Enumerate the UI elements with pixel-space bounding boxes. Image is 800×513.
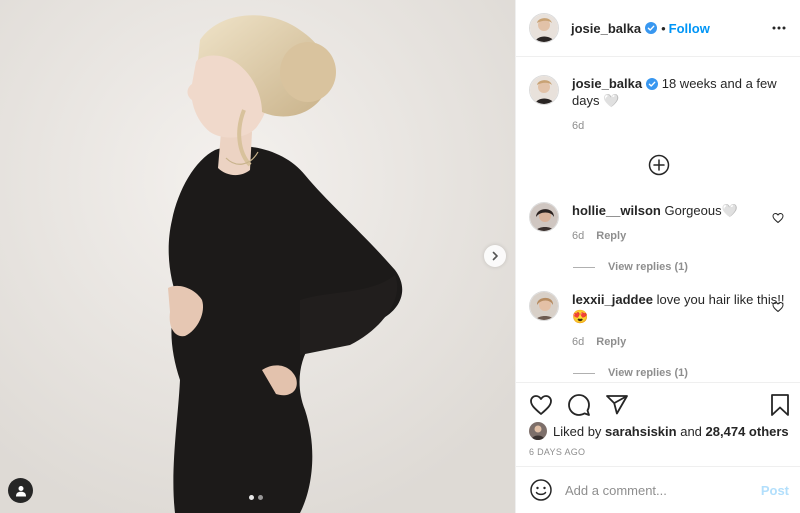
post-comment-button[interactable]: Post [761,483,789,498]
next-photo-button[interactable] [484,245,506,267]
comment-text: Gorgeous🤍 [664,203,738,218]
view-replies-label: View replies (1) [608,261,688,273]
comment-avatar[interactable] [529,202,559,232]
heart-icon[interactable] [772,301,784,313]
view-replies-button[interactable]: View replies (1) [573,261,791,273]
carousel-dot-active [249,495,254,500]
caption-username[interactable]: josie_balka [572,76,642,91]
replies-divider [573,372,595,374]
comment-time: 6d [572,336,585,348]
likes-summary: Liked by sarahsiskin and 28,474 others [529,422,789,440]
comment-time: 6d [572,230,585,242]
liker-username[interactable]: sarahsiskin [605,424,677,439]
user-tag-icon [15,485,26,496]
post-caption: josie_balka 18 weeks and a few days 🤍 6d [529,75,789,135]
reply-button[interactable]: Reply [596,228,626,245]
post-header: josie_balka • Follow [516,0,800,57]
reply-button[interactable]: Reply [596,334,626,351]
comment-bubble-icon [568,394,590,416]
follow-button[interactable]: Follow [669,21,710,36]
more-horizontal-icon[interactable] [772,21,786,35]
comment-username[interactable]: hollie__wilson [572,203,661,218]
photo-image [0,0,515,513]
caption-avatar[interactable] [529,75,559,105]
post-photo[interactable] [0,0,515,513]
post-actions: Liked by sarahsiskin and 28,474 others 6… [516,382,800,466]
likes-prefix: Liked by [553,423,602,439]
author-avatar[interactable] [529,13,559,43]
heart-icon [530,395,552,415]
emoji-smiley-icon[interactable] [529,478,553,502]
bookmark-icon [771,394,789,416]
share-button[interactable] [605,393,629,420]
carousel-indicator [249,495,263,500]
caption-time: 6d [572,120,585,132]
heart-icon[interactable] [772,212,784,224]
comment-avatar[interactable] [529,291,559,321]
chevron-right-icon [492,251,498,261]
verified-badge-icon [645,22,658,34]
carousel-dot [258,495,263,500]
replies-divider [573,266,595,268]
liker-avatar[interactable] [529,422,547,440]
author-username[interactable]: josie_balka [571,21,641,36]
view-replies-label: View replies (1) [608,367,688,379]
comment-item: lexxii_jaddee love you hair like this!!😍… [529,291,791,379]
comment-composer: Post [516,466,800,513]
verified-badge-icon [646,78,659,90]
view-replies-button[interactable]: View replies (1) [573,367,791,379]
paper-plane-icon [606,395,628,415]
comment-input[interactable] [565,482,755,498]
comment-item: hollie__wilson Gorgeous🤍 6d Reply View r… [529,202,791,273]
post-timestamp[interactable]: 6 DAYS AGO [529,447,585,457]
header-separator: • [661,20,666,36]
plus-circle-icon[interactable] [648,154,670,176]
likes-others-link[interactable]: 28,474 others [706,424,789,439]
comments-list[interactable]: josie_balka 18 weeks and a few days 🤍 6d [516,57,800,382]
save-button[interactable] [768,393,792,420]
tagged-users-button[interactable] [8,478,33,503]
comment-button[interactable] [567,393,591,420]
like-button[interactable] [529,393,553,420]
likes-conjunction: and [680,423,702,439]
comment-username[interactable]: lexxii_jaddee [572,292,653,307]
post-side-panel: josie_balka • Follow josie_balka 18 week… [515,0,800,513]
